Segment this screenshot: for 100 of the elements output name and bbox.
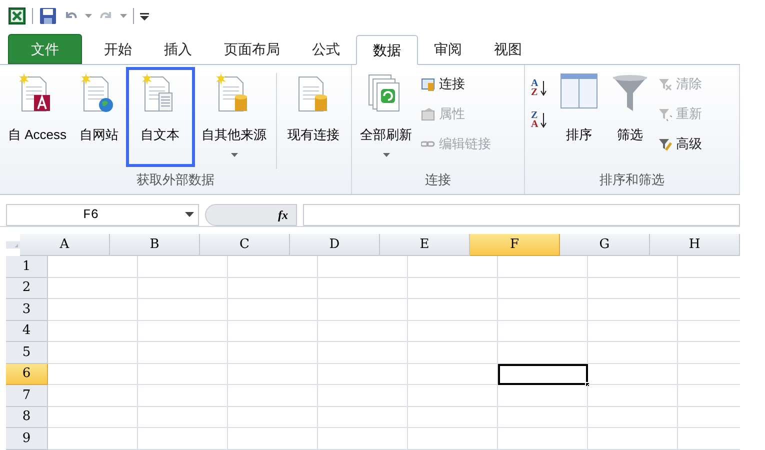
sheet-cell[interactable] <box>408 364 498 385</box>
sheet-cell[interactable] <box>48 278 138 299</box>
ribbon-tab[interactable]: 页面布局 <box>208 34 296 64</box>
sheet-cell[interactable] <box>48 385 138 406</box>
sheet-cell[interactable] <box>228 428 318 450</box>
sheet-cell[interactable] <box>48 364 138 385</box>
sheet-cell[interactable] <box>588 278 678 299</box>
sheet-cell[interactable] <box>138 256 228 278</box>
sheet-cell[interactable] <box>318 385 408 406</box>
sheet-cell[interactable] <box>588 299 678 320</box>
sheet-cell[interactable] <box>588 364 678 385</box>
sheet-cell[interactable] <box>318 320 408 342</box>
formula-input-field[interactable] <box>303 204 740 226</box>
sheet-cell[interactable] <box>588 428 678 450</box>
sheet-cell[interactable] <box>498 428 588 450</box>
sort-button[interactable]: Z A <box>531 111 548 129</box>
row-header[interactable]: 3 <box>6 299 48 320</box>
ribbon-button[interactable]: 全部刷新 <box>354 67 418 167</box>
sheet-cell[interactable] <box>138 299 228 320</box>
sheet-cell[interactable] <box>318 256 408 278</box>
sheet-cell[interactable] <box>498 385 588 406</box>
sheet-cell[interactable] <box>318 406 408 428</box>
sheet-cell[interactable] <box>138 428 228 450</box>
column-header[interactable]: E <box>380 234 470 256</box>
sheet-cell[interactable] <box>48 320 138 342</box>
sheet-cell[interactable] <box>228 342 318 364</box>
sheet-cell[interactable] <box>408 406 498 428</box>
sheet-cell[interactable] <box>498 278 588 299</box>
column-header[interactable]: H <box>650 234 740 256</box>
sheet-cell[interactable] <box>318 342 408 364</box>
ribbon-tab[interactable]: 数据 <box>356 35 418 65</box>
ribbon-small-button[interactable]: 高级 <box>658 133 702 155</box>
sheet-cell[interactable] <box>588 385 678 406</box>
ribbon-button[interactable]: 筛选 <box>605 67 656 167</box>
sheet-cell[interactable] <box>408 256 498 278</box>
column-header[interactable]: D <box>290 234 380 256</box>
sheet-cell[interactable] <box>228 299 318 320</box>
sheet-cell[interactable] <box>138 320 228 342</box>
sheet-cell[interactable] <box>498 406 588 428</box>
sheet-cell[interactable] <box>498 256 588 278</box>
row-header[interactable]: 5 <box>6 342 48 364</box>
insert-function-button[interactable]: fx <box>205 204 297 226</box>
row-header[interactable]: 2 <box>6 278 48 299</box>
sheet-cell[interactable] <box>228 406 318 428</box>
sheet-cell[interactable] <box>408 342 498 364</box>
sheet-cell[interactable] <box>588 256 678 278</box>
ribbon-button[interactable]: 自文本 <box>126 67 195 167</box>
ribbon-button[interactable]: 排序 <box>554 67 604 167</box>
column-header[interactable]: C <box>200 234 290 256</box>
save-icon[interactable] <box>39 7 57 25</box>
sheet-cell[interactable] <box>48 256 138 278</box>
fill-handle[interactable] <box>585 382 590 387</box>
sheet-cell[interactable] <box>588 342 678 364</box>
sheet-cell[interactable] <box>408 320 498 342</box>
sheet-cell[interactable] <box>48 428 138 450</box>
sheet-cell[interactable] <box>48 342 138 364</box>
row-header[interactable]: 6 <box>6 364 48 385</box>
column-header[interactable]: B <box>110 234 200 256</box>
sheet-cell[interactable] <box>228 320 318 342</box>
sheet-cell[interactable] <box>498 299 588 320</box>
row-header[interactable]: 1 <box>6 256 48 278</box>
sheet-cell[interactable] <box>48 299 138 320</box>
ribbon-tab[interactable]: 视图 <box>478 34 538 64</box>
sheet-cell[interactable] <box>138 278 228 299</box>
sheet-cell[interactable] <box>318 278 408 299</box>
sheet-cell[interactable] <box>498 320 588 342</box>
row-header[interactable]: 7 <box>6 385 48 406</box>
sheet-cell[interactable] <box>408 428 498 450</box>
excel-logo-icon[interactable] <box>8 7 26 25</box>
sheet-cell[interactable] <box>318 364 408 385</box>
sheet-cell[interactable] <box>138 406 228 428</box>
sheet-cell[interactable] <box>228 364 318 385</box>
sheet-cell[interactable] <box>318 299 408 320</box>
ribbon-button[interactable]: 自网站 <box>74 67 125 167</box>
row-header[interactable]: 8 <box>6 406 48 428</box>
row-header[interactable]: 9 <box>6 428 48 450</box>
sort-button[interactable]: A Z <box>531 79 548 97</box>
customize-toolbar-icon[interactable] <box>140 12 149 20</box>
sheet-cell[interactable] <box>408 385 498 406</box>
ribbon-tab[interactable]: 文件 <box>8 34 82 64</box>
ribbon-tab[interactable]: 开始 <box>88 34 148 64</box>
sheet-cell[interactable] <box>408 299 498 320</box>
ribbon-button[interactable]: 现有连接 <box>282 67 346 167</box>
column-header[interactable]: G <box>560 234 650 256</box>
ribbon-button[interactable]: 自其他来源 <box>196 67 273 167</box>
sheet-cell[interactable] <box>408 278 498 299</box>
ribbon-tab[interactable]: 公式 <box>296 34 356 64</box>
sheet-cell[interactable] <box>138 364 228 385</box>
active-cell[interactable] <box>498 364 588 385</box>
sheet-cell[interactable] <box>138 385 228 406</box>
row-header[interactable]: 4 <box>6 320 48 342</box>
sheet-cell[interactable] <box>588 320 678 342</box>
sheet-cell[interactable] <box>498 342 588 364</box>
caret-icon[interactable] <box>185 212 194 218</box>
sheet-cell[interactable] <box>138 342 228 364</box>
name-box[interactable]: F6 <box>6 204 199 226</box>
sheet-cell[interactable] <box>228 278 318 299</box>
sheet-cell[interactable] <box>48 406 138 428</box>
ribbon-button[interactable]: 自 Access <box>2 67 73 167</box>
sheet-cell[interactable] <box>228 385 318 406</box>
